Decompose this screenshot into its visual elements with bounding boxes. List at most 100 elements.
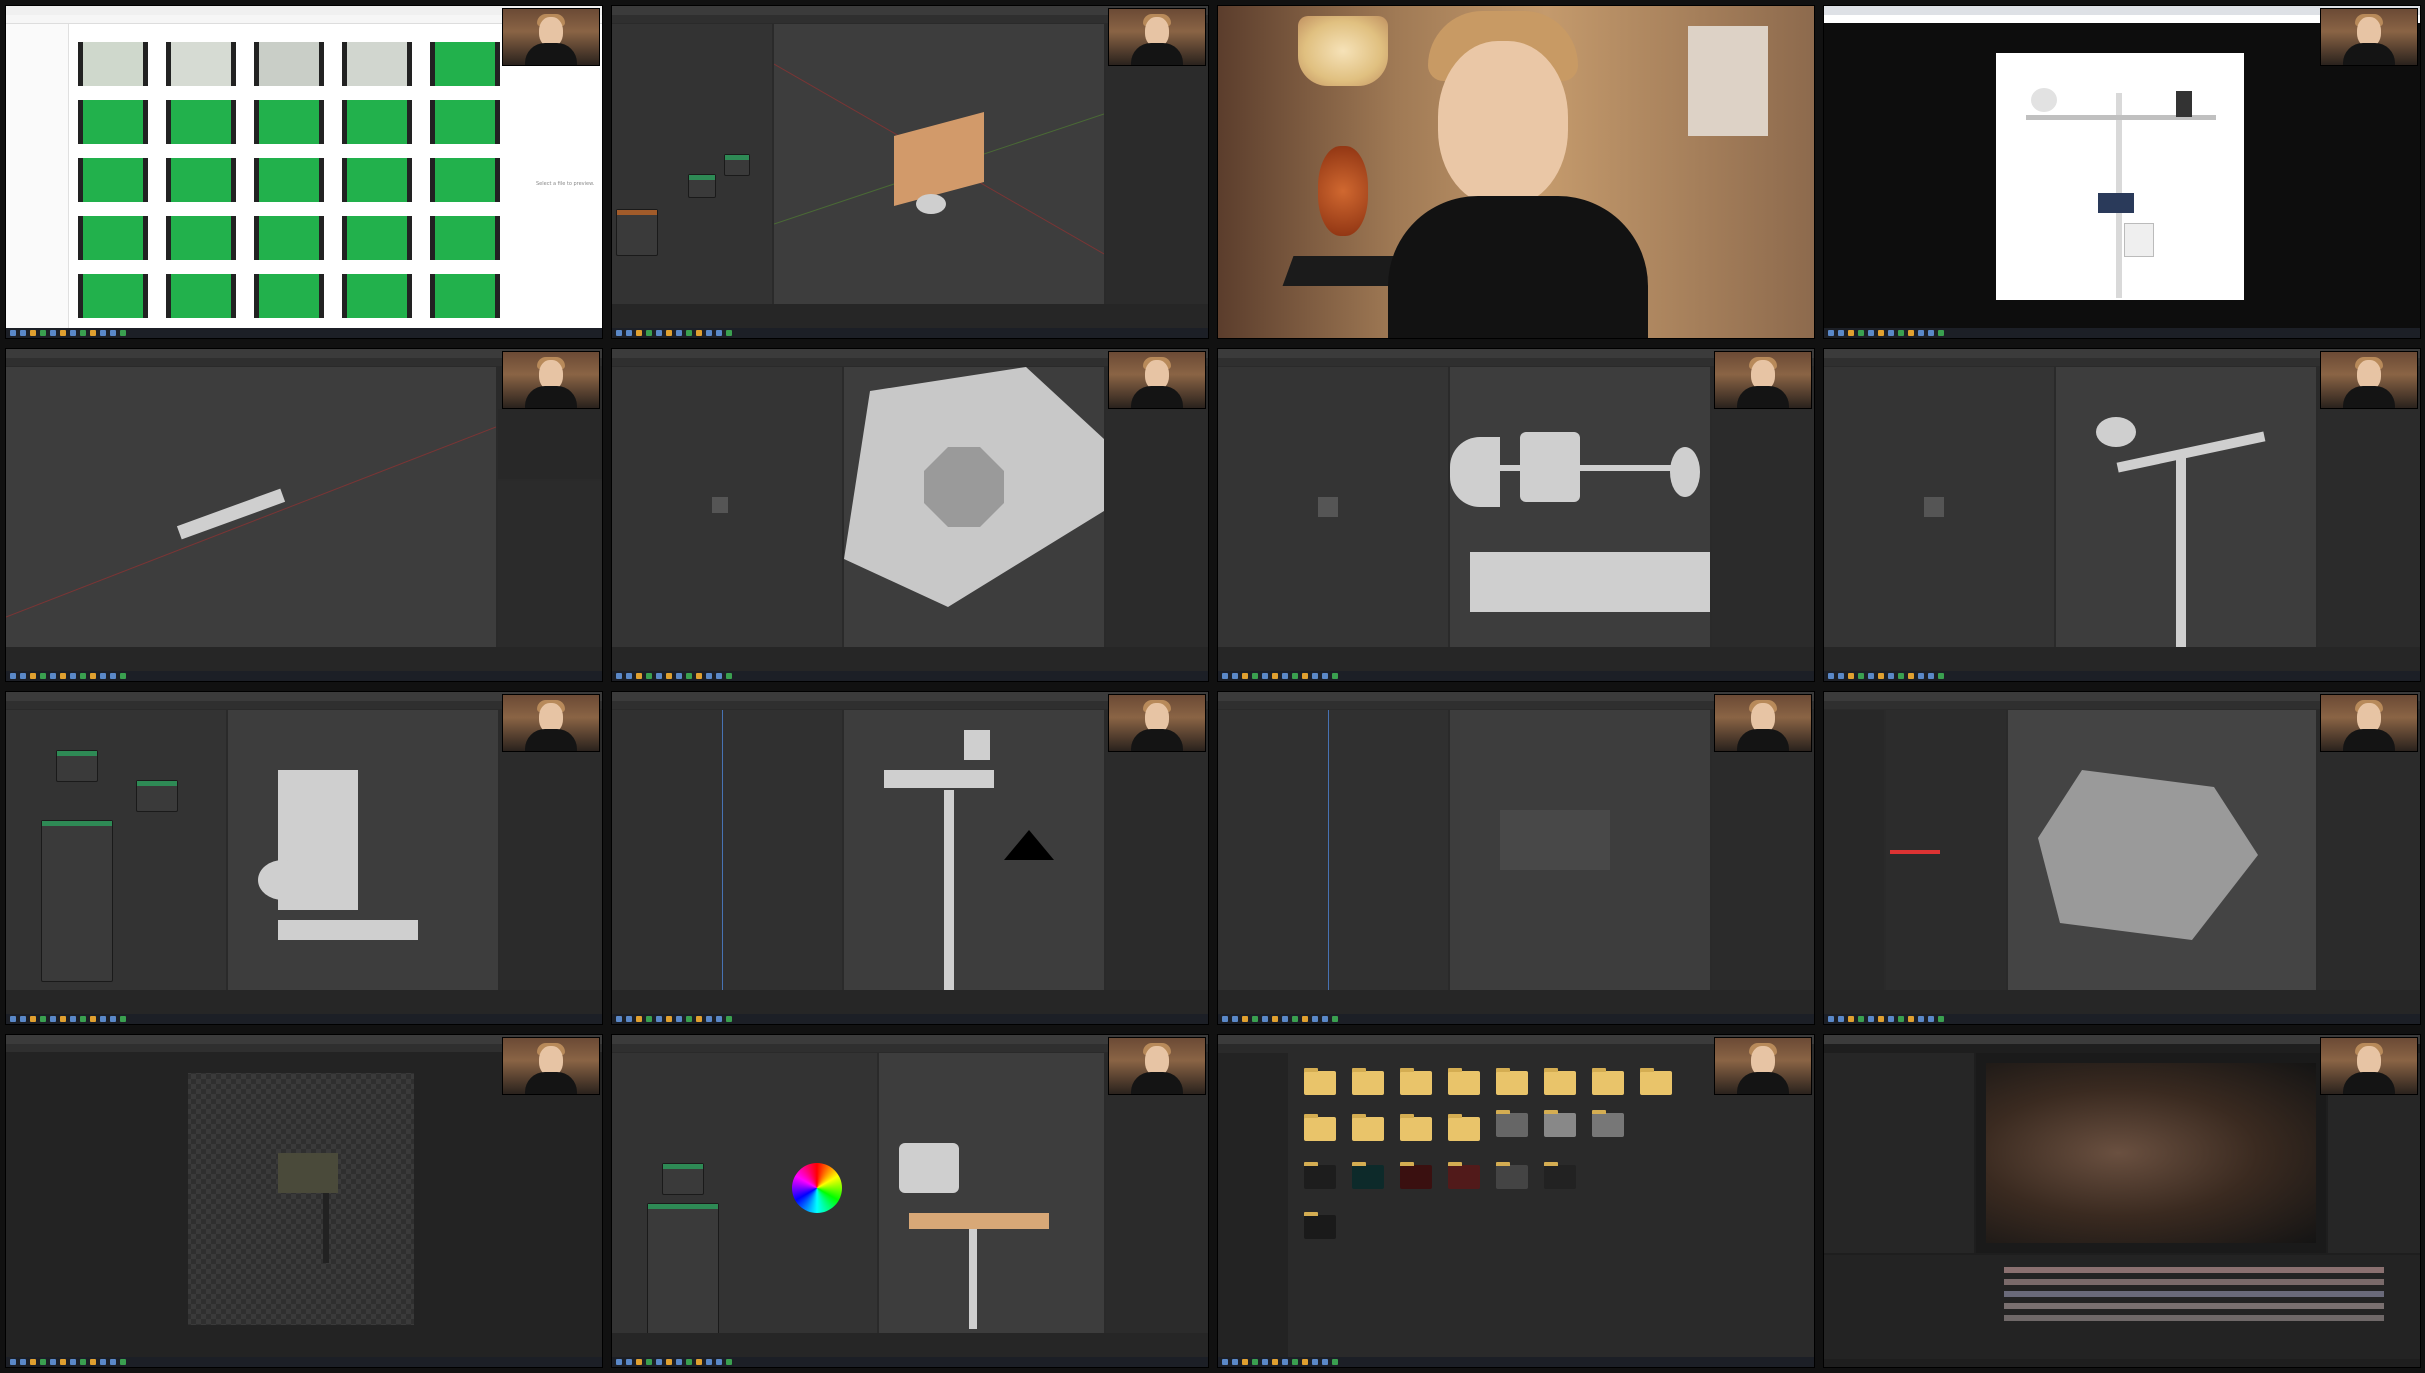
layer-bar[interactable]	[2004, 1315, 2384, 1321]
color-wheel[interactable]	[792, 1163, 842, 1213]
timeline[interactable]	[6, 990, 602, 1016]
anemometer-cups[interactable]	[2096, 417, 2136, 447]
properties-panel[interactable]	[1712, 752, 1814, 990]
video-thumbnail[interactable]	[342, 42, 412, 86]
3d-viewport[interactable]	[228, 710, 498, 990]
station-pole[interactable]	[2176, 457, 2186, 647]
properties-panel[interactable]	[500, 752, 602, 990]
3d-viewport[interactable]	[879, 1053, 1104, 1333]
folder-item[interactable]	[1448, 1114, 1480, 1141]
video-thumbnail[interactable]	[342, 274, 412, 318]
3d-viewport[interactable]	[844, 367, 1104, 647]
cylinder-base[interactable]	[916, 194, 946, 214]
timeline[interactable]	[612, 304, 1208, 330]
timeline[interactable]	[1824, 990, 2420, 1016]
shader-node[interactable]	[136, 780, 178, 812]
properties-panel[interactable]	[498, 481, 602, 647]
folder-item[interactable]	[1400, 1114, 1432, 1141]
arm[interactable]	[1490, 465, 1690, 471]
folder-item[interactable]	[1304, 1068, 1336, 1095]
video-thumbnail[interactable]	[78, 158, 148, 202]
outliner[interactable]	[498, 409, 602, 479]
video-thumbnail[interactable]	[78, 274, 148, 318]
3d-viewport[interactable]	[844, 710, 1104, 990]
video-thumbnail[interactable]	[254, 274, 324, 318]
video-thumbnail[interactable]	[430, 216, 500, 260]
properties-panel[interactable]	[2318, 752, 2420, 990]
image-thumbnail[interactable]	[1448, 1162, 1480, 1189]
video-thumbnail[interactable]	[166, 274, 236, 318]
video-thumbnail[interactable]	[254, 158, 324, 202]
properties-panel[interactable]	[2318, 409, 2420, 647]
graph-editor[interactable]	[1886, 710, 2006, 990]
empty-object[interactable]	[712, 497, 728, 513]
timeline[interactable]	[1218, 647, 1814, 673]
properties-panel[interactable]	[1106, 752, 1208, 990]
image-thumbnail[interactable]	[1304, 1212, 1336, 1239]
platform[interactable]	[884, 770, 994, 788]
sensor-body[interactable]	[899, 1143, 959, 1193]
folder-item[interactable]	[1352, 1068, 1384, 1095]
video-thumbnail[interactable]	[78, 216, 148, 260]
reference-viewport[interactable]	[1824, 367, 2054, 647]
video-thumbnail[interactable]	[254, 100, 324, 144]
video-thumbnail[interactable]	[430, 274, 500, 318]
properties-panel[interactable]	[1712, 409, 1814, 647]
cup-left[interactable]	[1450, 437, 1500, 507]
properties-panel[interactable]	[1106, 409, 1208, 647]
scene-outliner[interactable]	[1824, 710, 1884, 990]
video-thumbnail[interactable]	[254, 216, 324, 260]
uv-editor[interactable]	[1218, 710, 1448, 990]
timeline[interactable]	[1824, 647, 2420, 673]
folder-item[interactable]	[1448, 1068, 1480, 1095]
shader-node[interactable]	[56, 750, 98, 782]
image-thumbnail[interactable]	[1352, 1162, 1384, 1189]
video-thumbnail[interactable]	[342, 100, 412, 144]
3d-viewport[interactable]	[2008, 710, 2316, 990]
pole[interactable]	[969, 1229, 977, 1329]
properties-panel[interactable]	[1106, 66, 1208, 304]
layer-bar[interactable]	[2004, 1303, 2384, 1309]
reference-viewport[interactable]	[1218, 367, 1448, 647]
reference-viewport[interactable]	[612, 367, 842, 647]
layer-timeline[interactable]	[1824, 1255, 2420, 1359]
timeline[interactable]	[612, 1333, 1208, 1359]
image-thumbnail[interactable]	[1400, 1162, 1432, 1189]
sensor-head[interactable]	[964, 730, 990, 760]
folder-item[interactable]	[1544, 1068, 1576, 1095]
folder-item[interactable]	[1304, 1114, 1336, 1141]
base-block[interactable]	[1470, 552, 1710, 612]
crossbar[interactable]	[2116, 431, 2266, 473]
uv-editor[interactable]	[612, 710, 842, 990]
layer-bar[interactable]	[2004, 1291, 2384, 1297]
octagon-face[interactable]	[924, 447, 1004, 527]
shader-node-editor[interactable]	[6, 710, 226, 990]
robot-cluster[interactable]	[2038, 770, 2258, 940]
video-thumbnail[interactable]	[254, 42, 324, 86]
3d-viewport[interactable]	[6, 367, 496, 647]
layer-bar[interactable]	[2004, 1267, 2384, 1273]
shader-node-editor[interactable]	[612, 24, 772, 304]
video-thumbnail[interactable]	[430, 100, 500, 144]
video-thumbnail[interactable]	[166, 42, 236, 86]
timeline[interactable]	[1218, 990, 1814, 1016]
empty-object[interactable]	[1318, 497, 1338, 517]
video-thumbnail[interactable]	[342, 158, 412, 202]
platform[interactable]	[278, 920, 418, 940]
folder-item[interactable]	[1496, 1068, 1528, 1095]
video-thumbnail[interactable]	[430, 158, 500, 202]
filebrowser-sidebar[interactable]	[1218, 1053, 1288, 1359]
shader-node[interactable]	[616, 209, 658, 256]
image-thumbnail[interactable]	[1496, 1162, 1528, 1189]
platform[interactable]	[909, 1213, 1049, 1229]
video-thumbnail[interactable]	[78, 42, 148, 86]
shader-node-editor[interactable]	[612, 1053, 877, 1335]
composition-viewer[interactable]	[1976, 1053, 2326, 1253]
shader-node[interactable]	[662, 1163, 704, 1195]
video-thumbnail[interactable]	[166, 158, 236, 202]
3d-viewport[interactable]	[1450, 710, 1710, 990]
folder-item[interactable]	[1400, 1068, 1432, 1095]
texture-thumbnail[interactable]	[1496, 1110, 1528, 1137]
shader-node[interactable]	[688, 174, 716, 198]
image-thumbnail[interactable]	[1544, 1162, 1576, 1189]
